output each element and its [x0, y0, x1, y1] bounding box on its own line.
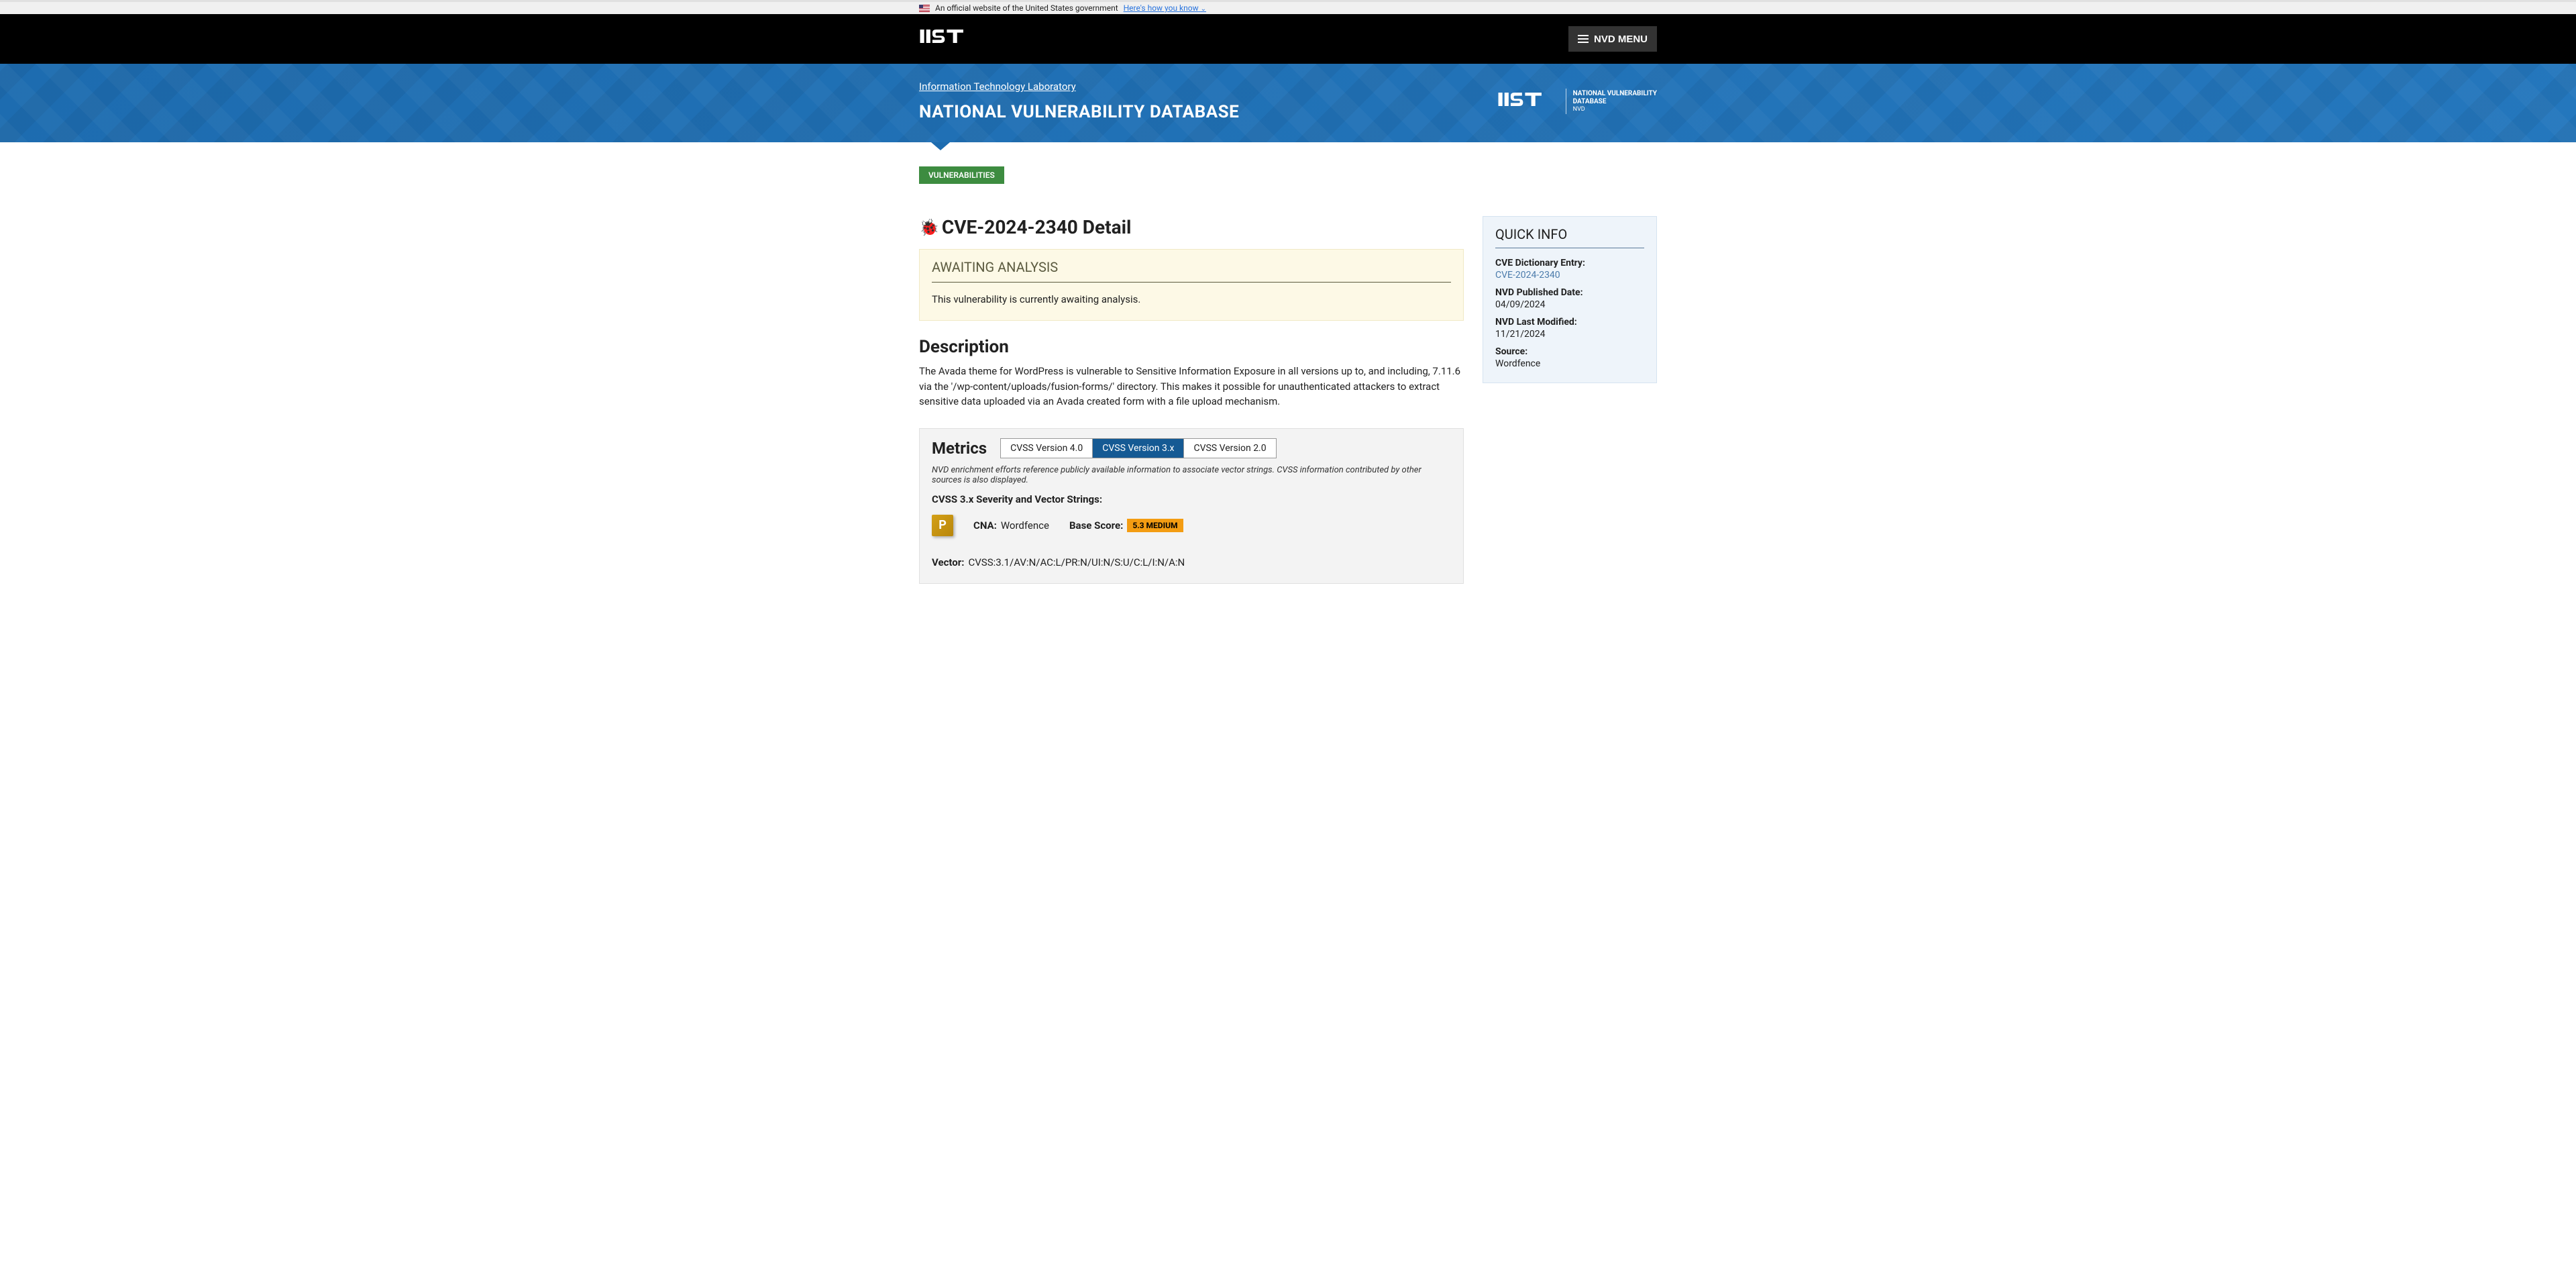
nvd-menu-label: NVD MENU — [1594, 34, 1648, 45]
base-score-badge[interactable]: 5.3 MEDIUM — [1127, 519, 1183, 532]
quickinfo-title: QUICK INFO — [1495, 226, 1644, 248]
cna-value: Wordfence — [1001, 519, 1049, 532]
metrics-box: Metrics CVSS Version 4.0 CVSS Version 3.… — [919, 428, 1464, 584]
cvss-tab-group: CVSS Version 4.0 CVSS Version 3.x CVSS V… — [1000, 438, 1277, 458]
gov-banner-link[interactable]: Here's how you know ⌄ — [1124, 3, 1206, 13]
tab-cvss-4[interactable]: CVSS Version 4.0 — [1001, 439, 1093, 458]
provider-icon: P — [932, 515, 953, 536]
tab-cvss-3x[interactable]: CVSS Version 3.x — [1093, 439, 1184, 458]
tab-cvss-2[interactable]: CVSS Version 2.0 — [1184, 439, 1275, 458]
gov-banner-link-text: Here's how you know — [1124, 3, 1199, 13]
nvd-logo-line1: NATIONAL VULNERABILITY — [1573, 90, 1657, 98]
vector-label: Vector: — [932, 556, 964, 568]
cna-label: CNA: — [973, 519, 997, 532]
quickinfo-value: 11/21/2024 — [1495, 329, 1644, 340]
bug-icon: 🐞 — [919, 218, 939, 237]
hamburger-icon — [1578, 33, 1589, 45]
gov-banner: An official website of the United States… — [0, 2, 2576, 14]
usa-flag-icon — [919, 5, 930, 12]
quickinfo-link[interactable]: CVE-2024-2340 — [1495, 270, 1644, 281]
vulnerabilities-badge[interactable]: VULNERABILITIES — [919, 166, 1004, 184]
nvd-logo-right[interactable]: NATIONAL VULNERABILITY DATABASE NVD — [1497, 89, 1657, 114]
quickinfo-label: NVD Published Date: — [1495, 287, 1644, 298]
severity-title: CVSS 3.x Severity and Vector Strings: — [932, 493, 1451, 505]
nvd-logo-sub: NVD — [1573, 106, 1657, 113]
nvd-banner: Information Technology Laboratory NATION… — [0, 64, 2576, 142]
quickinfo-label: CVE Dictionary Entry: — [1495, 258, 1644, 268]
quickinfo-value: 04/09/2024 — [1495, 299, 1644, 310]
description-text: The Avada theme for WordPress is vulnera… — [919, 364, 1464, 409]
nvd-logo-line2: DATABASE — [1573, 98, 1657, 106]
status-text: This vulnerability is currently awaiting… — [932, 293, 1451, 305]
description-heading: Description — [919, 337, 1464, 357]
chevron-down-icon: ⌄ — [1201, 5, 1206, 13]
page-title-text: CVE-2024-2340 Detail — [942, 216, 1132, 238]
metrics-heading: Metrics — [932, 439, 987, 458]
quickinfo-box: QUICK INFO CVE Dictionary Entry: CVE-2024… — [1483, 216, 1657, 383]
nvd-menu-button[interactable]: NVD MENU — [1568, 26, 1657, 52]
quickinfo-label: NVD Last Modified: — [1495, 317, 1644, 327]
banner-pointer-icon — [931, 142, 950, 150]
quickinfo-value: Wordfence — [1495, 358, 1644, 369]
gov-banner-text: An official website of the United States… — [935, 3, 1118, 13]
status-box: AWAITING ANALYSIS This vulnerability is … — [919, 249, 1464, 321]
base-score-label: Base Score: — [1069, 519, 1123, 532]
site-header: NVD MENU — [0, 14, 2576, 64]
status-title: AWAITING ANALYSIS — [932, 259, 1451, 283]
nist-logo-small — [1497, 90, 1559, 112]
nvd-title[interactable]: NATIONAL VULNERABILITY DATABASE — [919, 102, 1239, 122]
quickinfo-label: Source: — [1495, 346, 1644, 357]
nist-logo[interactable] — [919, 26, 981, 52]
vector-value: CVSS:3.1/AV:N/AC:L/PR:N/UI:N/S:U/C:L/I:N… — [968, 556, 1185, 568]
page-title: 🐞 CVE-2024-2340 Detail — [919, 216, 1464, 238]
metrics-note: NVD enrichment efforts reference publicl… — [932, 465, 1451, 485]
lab-link[interactable]: Information Technology Laboratory — [919, 81, 1076, 93]
